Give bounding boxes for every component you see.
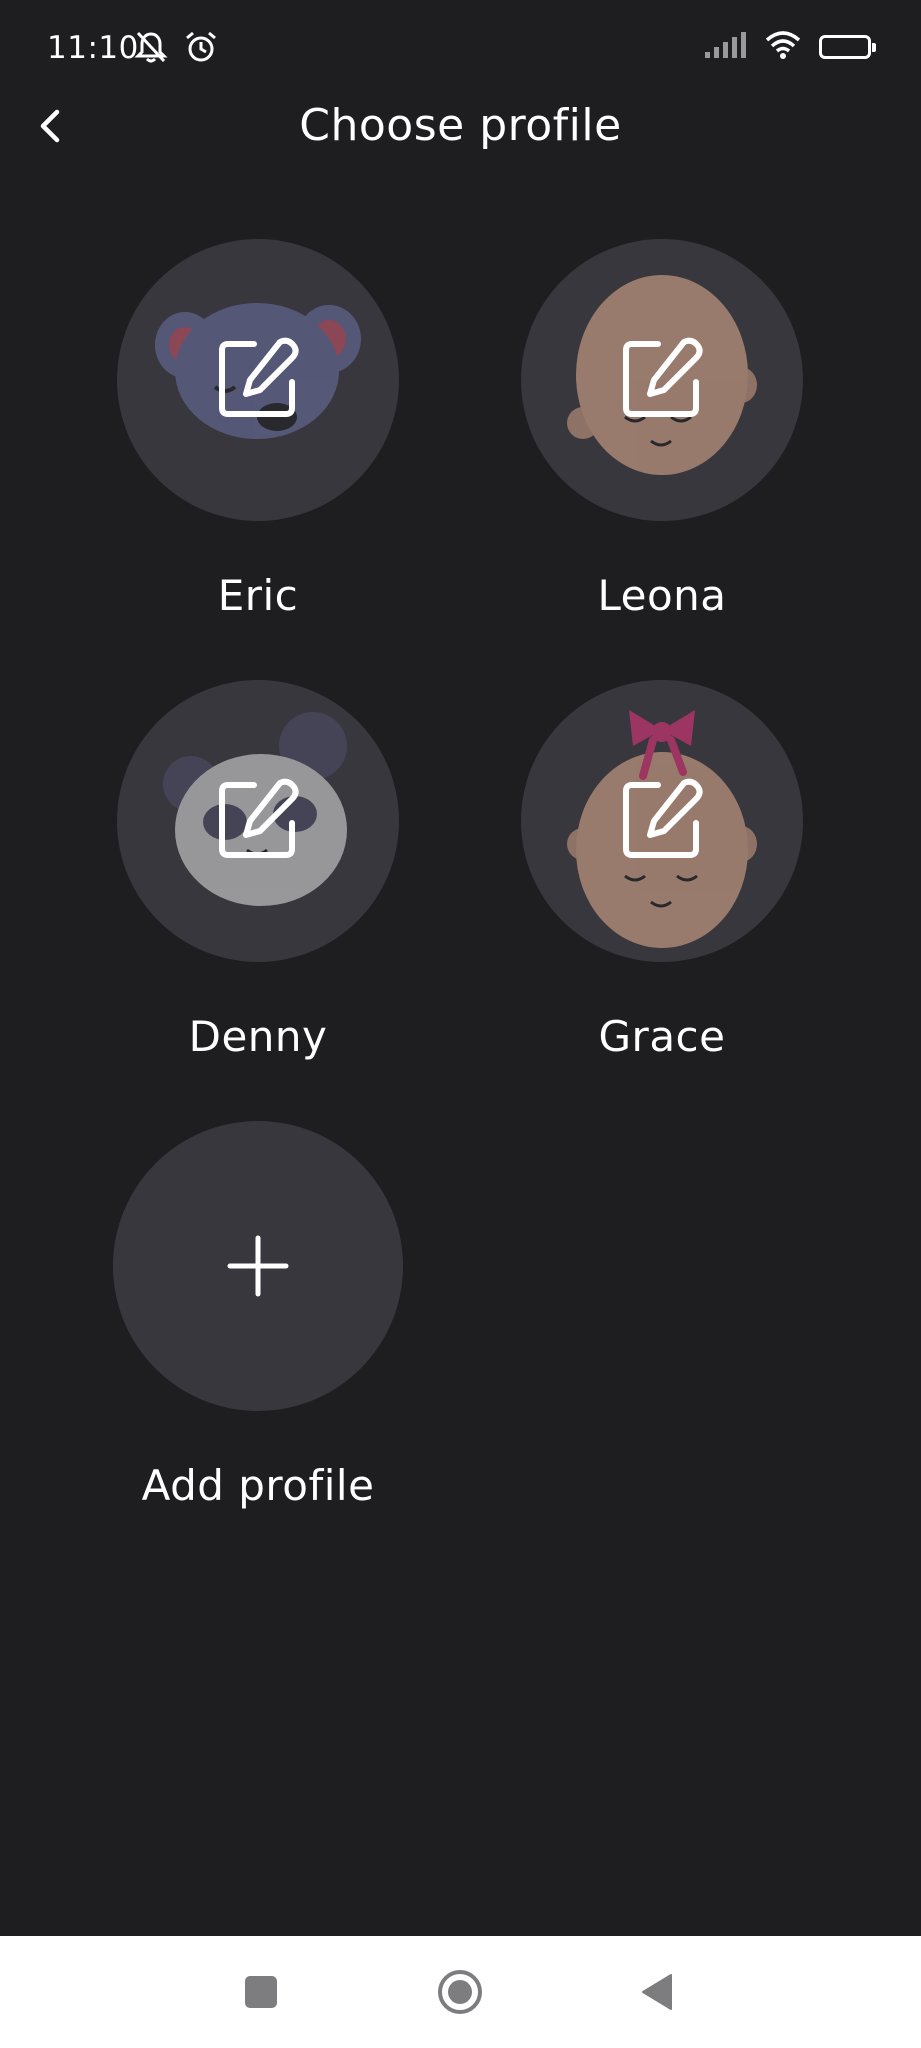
plus-icon [227, 1235, 289, 1297]
home-button[interactable] [430, 1962, 490, 2022]
header: Choose profile [0, 90, 921, 164]
notifications-off-icon [133, 29, 169, 69]
edit-icon [219, 337, 299, 417]
profile-denny[interactable]: Denny [78, 680, 438, 1061]
add-profile-circle[interactable] [113, 1121, 403, 1411]
status-time: 11:10 [47, 30, 139, 66]
wifi-icon [765, 30, 801, 64]
avatar[interactable] [117, 680, 399, 962]
profile-grace[interactable]: Grace [482, 680, 842, 1061]
avatar[interactable] [521, 239, 803, 521]
status-icons-left [133, 29, 219, 69]
recents-square-icon [245, 1976, 277, 2008]
edit-icon [623, 778, 703, 858]
profile-name: Grace [598, 1012, 726, 1061]
battery-percentage: 93 [833, 36, 857, 57]
back-nav-button[interactable] [627, 1962, 687, 2022]
page-title: Choose profile [299, 100, 622, 151]
alarm-icon [183, 29, 219, 69]
avatar[interactable] [117, 239, 399, 521]
status-bar: 11:10 93 [0, 0, 921, 100]
profile-leona[interactable]: Leona [482, 239, 842, 620]
add-profile-label: Add profile [141, 1461, 375, 1510]
system-nav-bar [0, 1936, 921, 2048]
edit-icon [623, 337, 703, 417]
profile-name: Denny [188, 1012, 328, 1061]
profile-eric[interactable]: Eric [78, 239, 438, 620]
avatar[interactable] [521, 680, 803, 962]
status-icons-right: 93 [703, 30, 876, 64]
back-triangle-icon [642, 1974, 672, 2010]
signal-icon [703, 30, 747, 64]
battery-icon: 93 [819, 35, 876, 59]
recents-button[interactable] [231, 1962, 291, 2022]
profile-name: Eric [217, 571, 299, 620]
edit-icon [219, 778, 299, 858]
home-circle-icon [438, 1970, 482, 2014]
add-profile-button[interactable]: Add profile [78, 1121, 438, 1510]
profile-name: Leona [597, 571, 727, 620]
